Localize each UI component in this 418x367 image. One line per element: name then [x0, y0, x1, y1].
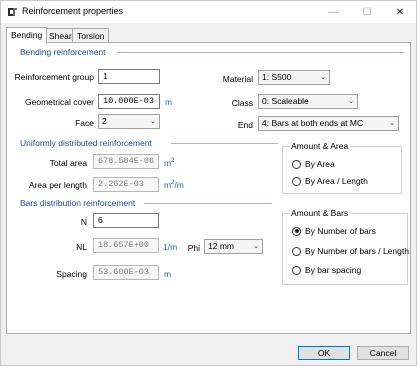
close-button[interactable]: ✕ — [383, 1, 417, 23]
title-bar: Reinforcement properties — ☐ ✕ — [1, 1, 416, 23]
radio-button[interactable] — [292, 176, 301, 186]
spacing-field: 53.600E-03 — [93, 265, 159, 280]
radio-button[interactable] — [292, 265, 301, 275]
tab-bending[interactable]: Bending — [6, 27, 48, 44]
geometrical-cover-unit: m — [165, 97, 173, 107]
app-logo-icon — [8, 8, 17, 16]
phi-select[interactable]: 12 mm ⌄ — [204, 239, 263, 254]
class-value: 0: Scaleable — [262, 96, 309, 106]
total-area-field: 678.584E-06 — [93, 154, 159, 169]
total-area-label: Total area — [49, 158, 87, 168]
phi-value: 12 mm — [208, 241, 234, 251]
by-number-of-bars-label: By Number of bars — [305, 226, 376, 236]
udr-section-title: Uniformly distributed reinforcement — [20, 138, 152, 148]
spacing-unit: m — [164, 269, 172, 279]
total-area-unit: m2 — [164, 158, 175, 168]
section-divider — [144, 203, 272, 204]
material-label: Material — [222, 74, 253, 84]
chevron-down-icon: ⌄ — [320, 74, 326, 81]
by-area-length-label: By Area / Length — [305, 176, 368, 186]
reinforcement-group-input[interactable]: 1 — [98, 69, 160, 84]
class-select[interactable]: 0: Scaleable ⌄ — [258, 94, 358, 109]
by-area-length-radio[interactable]: By Area / Length — [292, 176, 368, 186]
face-select[interactable]: 2 ⌄ — [98, 114, 160, 129]
tab-control: Bending Shear Torsion Bending reinforcem… — [6, 27, 411, 334]
by-number-of-bars-radio[interactable]: By Number of bars — [292, 226, 376, 236]
nl-field: 18.657E+00 — [93, 238, 159, 253]
maximize-button[interactable]: ☐ — [350, 1, 384, 23]
chevron-down-icon: ⌄ — [150, 118, 156, 125]
by-number-of-bars-length-label: By Number of bars / Length — [305, 246, 409, 256]
by-number-of-bars-length-radio[interactable]: By Number of bars / Length — [292, 246, 409, 256]
close-icon: ✕ — [395, 6, 405, 18]
amount-area-group-title: Amount & Area — [289, 141, 351, 151]
bending-section-title: Bending reinforcement — [20, 47, 106, 57]
reinforcement-group-label: Reinforcement group — [14, 72, 94, 82]
amount-area-group: Amount & Area By Area By Area / Length — [282, 141, 402, 194]
minimize-button[interactable]: — — [316, 1, 350, 23]
minimize-icon: — — [328, 6, 338, 18]
phi-label: Phi — [187, 243, 200, 253]
nl-unit: 1/m — [163, 242, 178, 252]
class-label: Class — [231, 98, 253, 108]
maximize-icon: ☐ — [362, 6, 372, 18]
area-per-length-label: Area per length — [28, 180, 87, 190]
chevron-down-icon: ⌄ — [348, 98, 354, 105]
by-bar-spacing-radio[interactable]: By bar spacing — [292, 265, 361, 275]
n-label: N — [80, 217, 87, 227]
by-area-radio[interactable]: By Area — [292, 159, 335, 169]
radio-button[interactable] — [292, 226, 301, 236]
amount-bars-group-title: Amount & Bars — [289, 208, 351, 218]
amount-bars-group: Amount & Bars By Number of bars By Numbe… — [282, 208, 409, 285]
ok-button[interactable]: OK — [298, 346, 350, 360]
window-title: Reinforcement properties — [22, 6, 124, 16]
by-bar-spacing-label: By bar spacing — [305, 265, 362, 275]
tab-torsion[interactable]: Torsion — [72, 28, 110, 43]
radio-button[interactable] — [292, 159, 301, 169]
bending-tab-panel: Bending reinforcement Reinforcement grou… — [6, 42, 411, 334]
bars-section-title: Bars distribution reinforcement — [20, 198, 136, 208]
nl-label: NL — [76, 242, 87, 252]
end-select[interactable]: 4: Bars at both ends at MC ⌄ — [258, 116, 399, 131]
by-area-label: By Area — [305, 159, 335, 169]
geometrical-cover-input[interactable]: 10.000E-03 — [98, 94, 160, 109]
n-input[interactable]: 6 — [93, 213, 159, 228]
area-per-length-unit: m2/m — [164, 180, 184, 190]
dialog-window: Reinforcement properties — ☐ ✕ Bending S… — [0, 0, 417, 366]
section-divider — [171, 143, 278, 144]
face-label: Face — [75, 118, 94, 128]
material-value: 1: S500 — [262, 72, 292, 82]
face-value: 2 — [102, 116, 107, 126]
area-per-length-field: 2.262E-03 — [93, 177, 159, 192]
material-select[interactable]: 1: S500 ⌄ — [258, 70, 330, 85]
chevron-down-icon: ⌄ — [389, 120, 395, 127]
spacing-label: Spacing — [56, 269, 87, 279]
end-value: 4: Bars at both ends at MC — [262, 118, 364, 128]
chevron-down-icon: ⌄ — [253, 243, 259, 250]
section-divider — [117, 52, 404, 53]
radio-button[interactable] — [292, 246, 301, 256]
end-label: End — [237, 120, 253, 130]
geometrical-cover-label: Geometrical cover — [25, 97, 94, 107]
cancel-button[interactable]: Cancel — [357, 346, 409, 360]
